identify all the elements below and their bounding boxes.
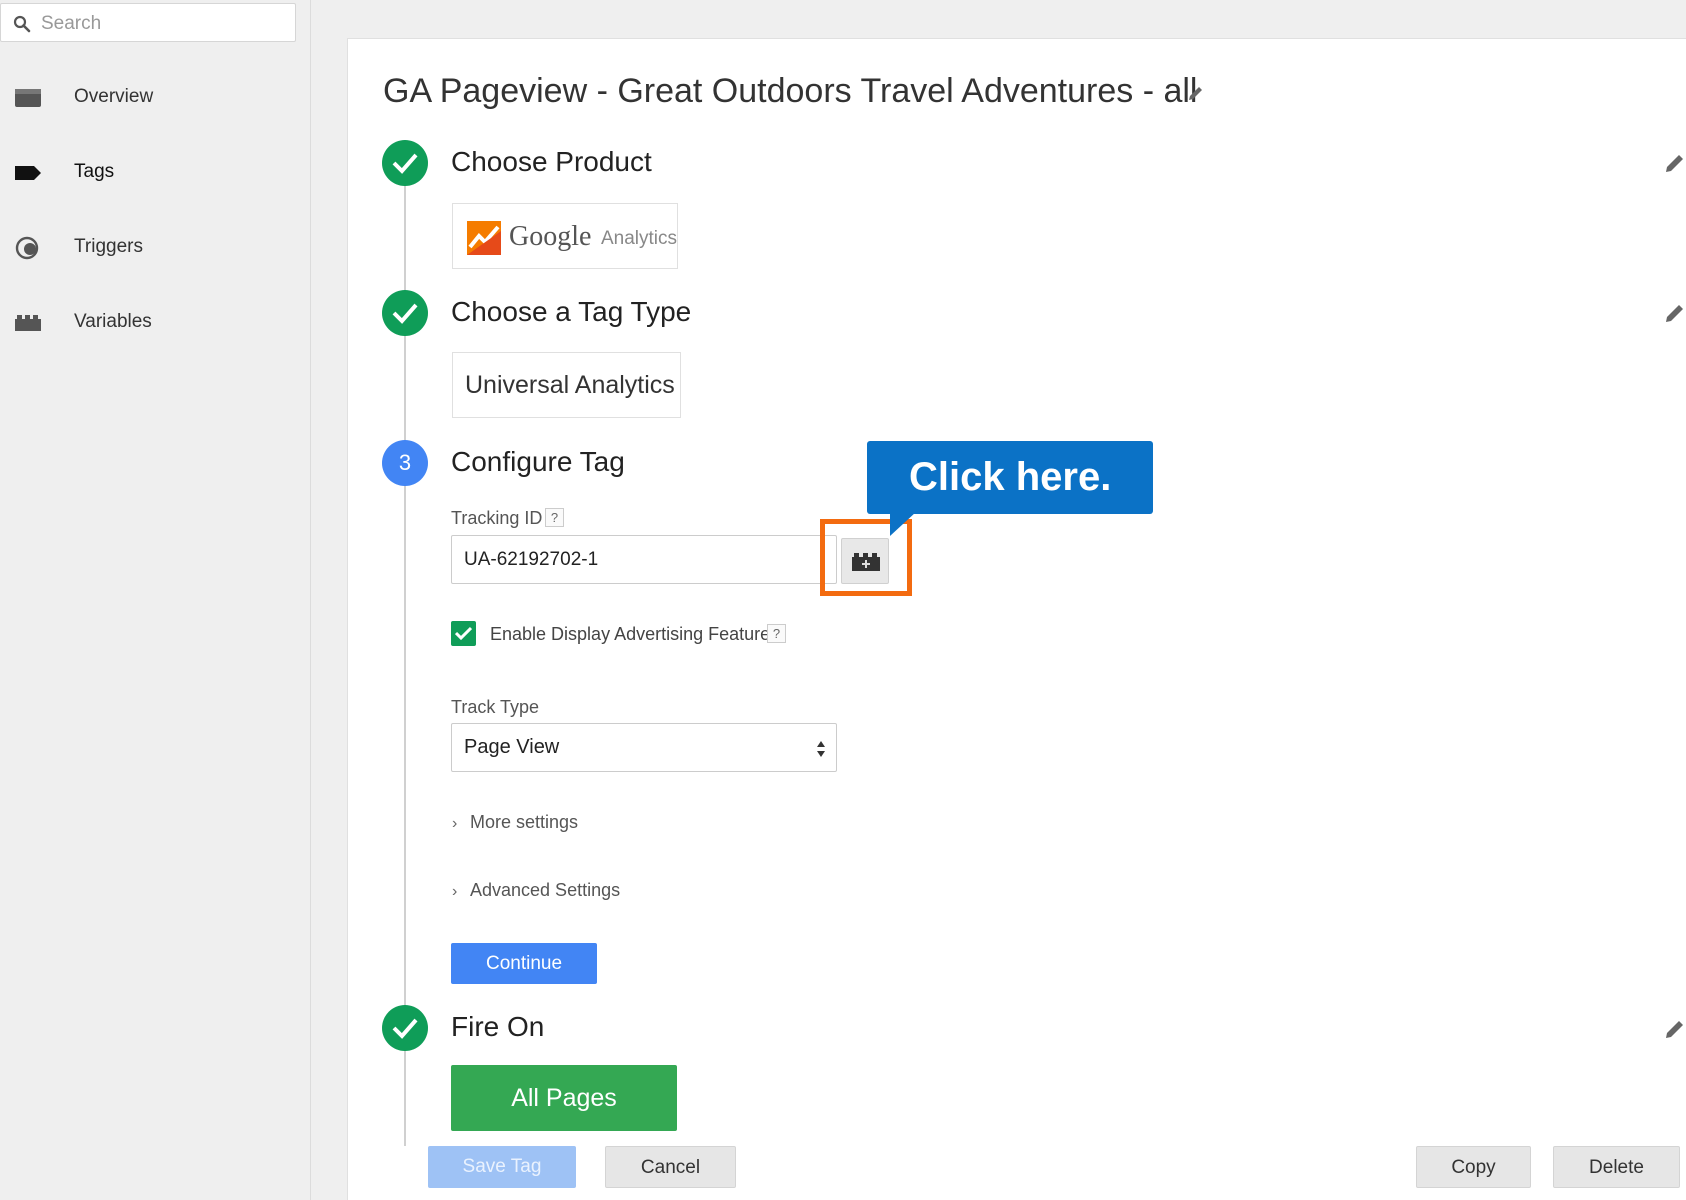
sidebar-item-variables[interactable]: Variables <box>0 298 300 348</box>
checkmark-icon <box>455 626 472 640</box>
advanced-settings-label: Advanced Settings <box>470 880 621 900</box>
search-placeholder: Search <box>41 13 102 34</box>
chevron-right-icon: › <box>452 883 458 900</box>
sidebar-item-overview[interactable]: Overview <box>0 73 300 123</box>
sidebar-item-triggers[interactable]: Triggers <box>0 223 300 273</box>
sidebar-item-label: Tags <box>74 161 115 182</box>
step-title-configure-tag: Configure Tag <box>451 446 625 477</box>
sidebar-item-tags[interactable]: Tags <box>0 148 300 198</box>
tracking-id-help-icon[interactable]: ? <box>545 508 564 527</box>
edit-step-tag-type-icon[interactable] <box>1664 302 1686 324</box>
step-complete-check-icon <box>382 290 428 336</box>
click-here-callout: Click here. <box>867 441 1153 514</box>
cancel-button[interactable]: Cancel <box>605 1146 736 1188</box>
tag-icon <box>15 166 41 180</box>
step-title-tag-type: Choose a Tag Type <box>451 296 692 327</box>
callout-tail <box>890 512 916 536</box>
tag-type-label: Universal Analytics <box>465 371 675 399</box>
callout-text: Click here. <box>909 455 1112 499</box>
trigger-icon <box>15 236 39 260</box>
search-input[interactable]: Search <box>0 3 296 42</box>
save-tag-button[interactable]: Save Tag <box>428 1146 576 1188</box>
tag-type-universal-analytics: Universal Analytics <box>452 352 681 418</box>
step-complete-check-icon <box>382 1005 428 1051</box>
edit-step-fire-on-icon[interactable] <box>1664 1018 1686 1040</box>
step-title-fire-on: Fire On <box>451 1011 545 1042</box>
page-title: GA Pageview - Great Outdoors Travel Adve… <box>383 72 1198 110</box>
chevron-right-icon: › <box>452 815 458 832</box>
step-number-badge: 3 <box>382 440 428 486</box>
sidebar: Search Overview Tags Triggers Variables <box>0 0 311 1200</box>
advanced-settings-toggle[interactable]: › Advanced Settings <box>452 880 620 901</box>
product-google-analytics: Google Analytics <box>452 203 678 269</box>
trigger-all-pages[interactable]: All Pages <box>451 1065 677 1131</box>
google-analytics-logo-icon <box>467 221 501 255</box>
track-type-value: Page View <box>464 736 560 758</box>
product-analytics-text: Analytics <box>601 228 678 249</box>
track-type-label: Track Type <box>451 697 540 717</box>
enable-display-features-checkbox[interactable] <box>451 621 476 646</box>
copy-button[interactable]: Copy <box>1416 1146 1531 1188</box>
tracking-id-input[interactable]: UA-62192702-1 <box>451 535 837 584</box>
tracking-id-label: Tracking ID <box>451 508 543 528</box>
folder-icon <box>15 89 41 107</box>
search-icon <box>13 15 31 33</box>
step-complete-check-icon <box>382 140 428 186</box>
more-settings-toggle[interactable]: › More settings <box>452 812 578 833</box>
variables-icon <box>15 315 41 331</box>
edit-title-icon[interactable] <box>1186 83 1206 103</box>
sidebar-item-label: Variables <box>74 311 152 332</box>
sidebar-item-label: Triggers <box>74 236 143 257</box>
sidebar-item-label: Overview <box>74 86 154 107</box>
track-type-select[interactable]: Page View <box>451 723 837 772</box>
delete-button[interactable]: Delete <box>1553 1146 1680 1188</box>
product-google-text: Google <box>509 221 592 252</box>
continue-button[interactable]: Continue <box>451 943 597 984</box>
display-features-help-icon[interactable]: ? <box>767 624 786 643</box>
edit-step-product-icon[interactable] <box>1664 152 1686 174</box>
enable-display-features-label: Enable Display Advertising Features <box>490 624 780 644</box>
more-settings-label: More settings <box>470 812 579 832</box>
select-arrows-icon <box>817 741 825 757</box>
step-title-choose-product: Choose Product <box>451 146 652 177</box>
